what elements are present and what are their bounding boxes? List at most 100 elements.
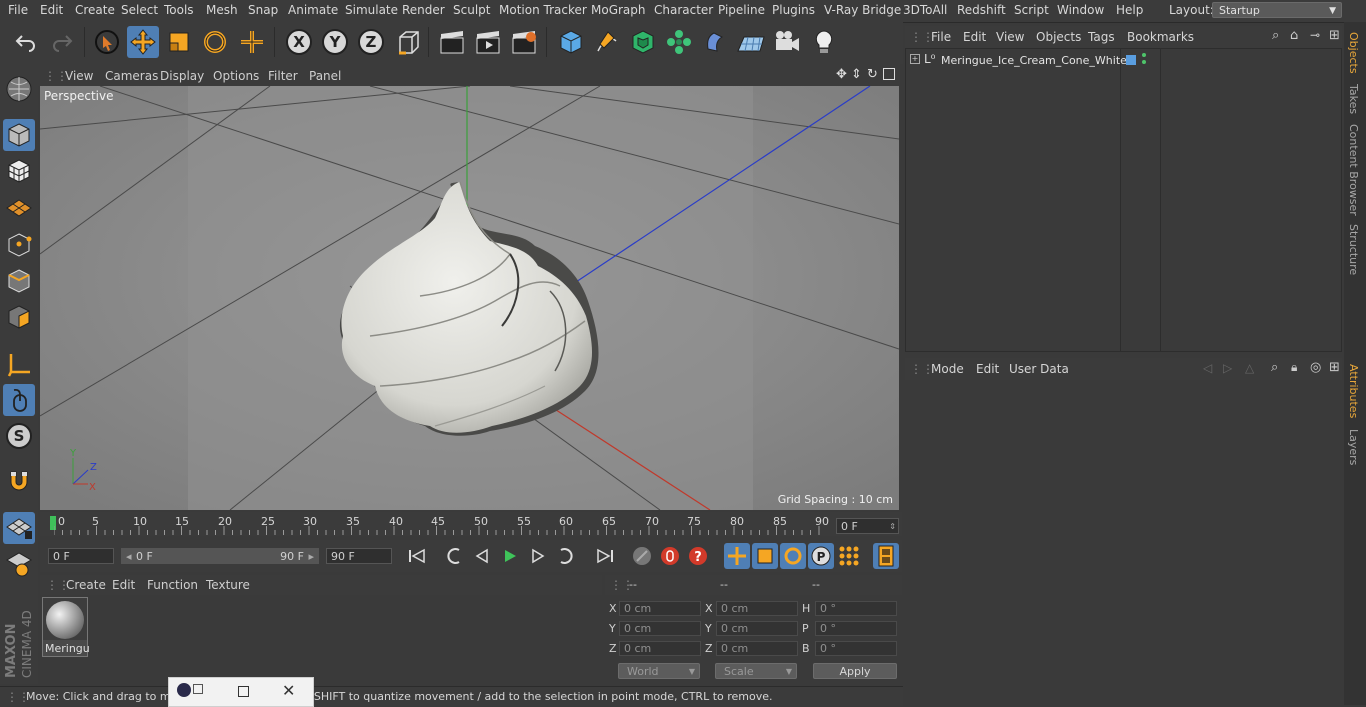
target-icon[interactable]: ◎ <box>1310 360 1321 375</box>
x-axis-lock-button[interactable]: X <box>283 26 315 58</box>
planar-workplane-button[interactable] <box>3 548 35 580</box>
apply-button[interactable]: Apply <box>813 663 897 679</box>
size-mode-select[interactable]: Scale ▼ <box>715 663 797 679</box>
record-position-button[interactable] <box>629 543 655 569</box>
previous-key-button[interactable] <box>441 543 467 569</box>
menu-script[interactable]: Script <box>1014 3 1049 17</box>
restore-icon[interactable] <box>193 684 203 694</box>
search-icon[interactable]: ⌕ <box>1272 28 1279 43</box>
undo-button[interactable] <box>10 26 42 58</box>
object-menu-bookmarks[interactable]: Bookmarks <box>1127 30 1194 44</box>
menu-help[interactable]: Help <box>1116 3 1143 17</box>
rotation-h-field[interactable]: 0 ° <box>815 601 897 616</box>
object-row[interactable]: + L⁰ Meringue_Ice_Cream_Cone_White <box>906 51 1127 71</box>
viewport-menu-display[interactable]: Display <box>160 69 204 83</box>
expand-icon[interactable]: + <box>910 54 920 64</box>
new-panel-icon[interactable]: ⊞ <box>1329 360 1340 375</box>
key-scale-button[interactable] <box>752 543 778 569</box>
tab-objects[interactable]: Objects <box>1347 32 1360 74</box>
home-icon[interactable]: ⌂ <box>1290 28 1298 43</box>
menu-render[interactable]: Render <box>402 3 445 17</box>
key-rotate-button[interactable] <box>780 543 806 569</box>
make-editable-button[interactable] <box>3 73 35 105</box>
back-icon[interactable]: ⊸ <box>1310 28 1320 42</box>
next-key-button[interactable] <box>553 543 579 569</box>
lock-icon[interactable]: 🔒︎ <box>1291 360 1297 375</box>
solo-button[interactable]: S <box>3 420 35 452</box>
frame-range-slider[interactable]: ◂ 0 F 90 F ▸ <box>121 548 319 564</box>
attribute-menu-edit[interactable]: Edit <box>976 362 999 376</box>
material-menu-edit[interactable]: Edit <box>112 578 135 592</box>
texture-mode-button[interactable] <box>3 155 35 187</box>
viewport-menu-options[interactable]: Options <box>213 69 259 83</box>
material-swatch[interactable]: Meringu <box>42 597 90 657</box>
menu-animate[interactable]: Animate <box>288 3 338 17</box>
material-menu-function[interactable]: Function <box>147 578 198 592</box>
back-arrow-icon[interactable]: ◁ <box>1203 361 1212 375</box>
attribute-menu-user-data[interactable]: User Data <box>1009 362 1069 376</box>
perspective-viewport[interactable]: Y Z X Perspective Grid Spacing : 10 cm <box>40 86 899 510</box>
tab-content-browser[interactable]: Content Browser <box>1347 124 1360 216</box>
stepper-icon[interactable]: ⇕ <box>889 519 896 534</box>
recent-tools-button[interactable] <box>236 26 268 58</box>
rotate-tool-button[interactable] <box>199 26 231 58</box>
camera-button[interactable] <box>771 26 803 58</box>
workplane-lock-button[interactable] <box>3 512 35 544</box>
key-parameter-button[interactable]: P <box>808 543 834 569</box>
menu-file[interactable]: File <box>8 3 28 17</box>
viewport-menu-view[interactable]: View <box>65 69 93 83</box>
coordinate-space-select[interactable]: World ▼ <box>618 663 700 679</box>
model-mode-button[interactable] <box>3 119 35 151</box>
menu-plugins[interactable]: Plugins <box>772 3 815 17</box>
points-mode-button[interactable] <box>3 229 35 261</box>
floor-button[interactable] <box>735 26 767 58</box>
pan-view-icon[interactable]: ✥ <box>836 67 847 82</box>
zoom-view-icon[interactable]: ⇕ <box>851 67 862 82</box>
object-menu-objects[interactable]: Objects <box>1036 30 1081 44</box>
scale-tool-button[interactable] <box>163 26 195 58</box>
record-button[interactable] <box>657 543 683 569</box>
position-z-field[interactable]: 0 cm <box>619 641 701 656</box>
key-pla-button[interactable] <box>836 543 862 569</box>
menu-pipeline[interactable]: Pipeline <box>718 3 765 17</box>
forward-arrow-icon[interactable]: ▷ <box>1223 361 1232 375</box>
object-menu-edit[interactable]: Edit <box>963 30 986 44</box>
object-menu-file[interactable]: File <box>931 30 951 44</box>
start-frame-field[interactable]: 0 F <box>48 548 114 564</box>
render-view-button[interactable] <box>436 26 468 58</box>
render-visibility-dot[interactable] <box>1142 60 1146 64</box>
menu-window[interactable]: Window <box>1057 3 1104 17</box>
menu-3dtoall[interactable]: 3DToAll <box>903 3 947 17</box>
subdivision-surface-button[interactable] <box>627 26 659 58</box>
menu-redshift[interactable]: Redshift <box>957 3 1006 17</box>
position-x-field[interactable]: 0 cm <box>619 601 701 616</box>
play-button[interactable] <box>497 543 523 569</box>
coordinate-system-button[interactable] <box>393 26 425 58</box>
new-panel-icon[interactable]: ⊞ <box>1329 28 1340 43</box>
object-menu-view[interactable]: View <box>996 30 1024 44</box>
go-to-start-button[interactable] <box>404 543 430 569</box>
layout-select[interactable]: Startup ▼ <box>1212 2 1342 18</box>
timeline-window-button[interactable] <box>873 543 899 569</box>
menu-character[interactable]: Character <box>654 3 713 17</box>
menu-mesh[interactable]: Mesh <box>206 3 238 17</box>
previous-frame-button[interactable] <box>469 543 495 569</box>
material-menu-texture[interactable]: Texture <box>206 578 250 592</box>
up-arrow-icon[interactable]: △ <box>1245 361 1254 375</box>
axis-mode-button[interactable] <box>3 348 35 380</box>
menu-motion-tracker[interactable]: Motion Tracker <box>499 3 587 17</box>
menu-create[interactable]: Create <box>75 3 115 17</box>
end-frame-field[interactable]: 90 F <box>326 548 392 564</box>
render-to-picture-viewer-button[interactable] <box>472 26 504 58</box>
pen-spline-button[interactable] <box>591 26 623 58</box>
menu-simulate[interactable]: Simulate <box>345 3 398 17</box>
search-icon[interactable]: ⌕ <box>1271 360 1278 375</box>
menu-edit[interactable]: Edit <box>40 3 63 17</box>
menu-tools[interactable]: Tools <box>164 3 194 17</box>
tab-layers[interactable]: Layers <box>1347 429 1360 465</box>
next-frame-button[interactable] <box>525 543 551 569</box>
cloner-button[interactable] <box>663 26 695 58</box>
render-settings-button[interactable] <box>508 26 540 58</box>
maximize-view-icon[interactable] <box>883 68 895 80</box>
y-axis-lock-button[interactable]: Y <box>319 26 351 58</box>
